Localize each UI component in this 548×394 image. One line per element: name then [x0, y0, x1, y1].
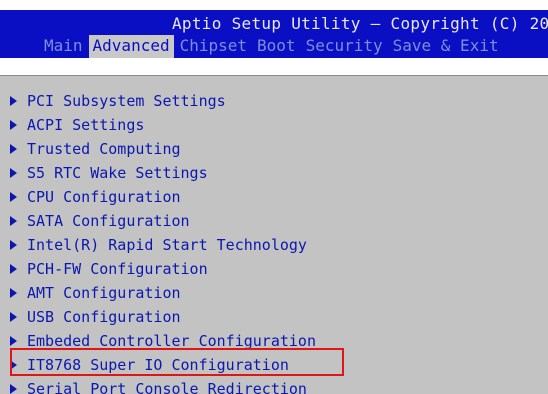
triangle-right-icon [10, 192, 17, 202]
menu-item-usb-configuration[interactable]: USB Configuration [10, 305, 316, 329]
header-bar: Aptio Setup Utility – Copyright (C) 2012… [0, 10, 548, 58]
menu-item-label: PCH-FW Configuration [27, 260, 208, 278]
advanced-menu: PCI Subsystem Settings ACPI Settings Tru… [10, 89, 316, 394]
menu-item-pch-fw-configuration[interactable]: PCH-FW Configuration [10, 257, 316, 281]
menu-item-label: PCI Subsystem Settings [27, 92, 226, 110]
tab-save-exit[interactable]: Save & Exit [389, 35, 503, 58]
menu-item-label: Embeded Controller Configuration [27, 332, 316, 350]
menu-item-label: Intel(R) Rapid Start Technology [27, 236, 307, 254]
menu-item-label: Trusted Computing [27, 140, 181, 158]
menu-item-pci-subsystem-settings[interactable]: PCI Subsystem Settings [10, 89, 316, 113]
menu-item-trusted-computing[interactable]: Trusted Computing [10, 137, 316, 161]
menu-item-sata-configuration[interactable]: SATA Configuration [10, 209, 316, 233]
menu-item-label: USB Configuration [27, 308, 181, 326]
triangle-right-icon [10, 120, 17, 130]
menu-item-label: AMT Configuration [27, 284, 181, 302]
triangle-right-icon [10, 336, 17, 346]
advanced-panel: PCI Subsystem Settings ACPI Settings Tru… [0, 75, 548, 394]
tab-security[interactable]: Security [302, 35, 387, 58]
triangle-right-icon [10, 144, 17, 154]
window-title: Aptio Setup Utility – Copyright (C) 2012 [172, 14, 548, 33]
menu-item-label: SATA Configuration [27, 212, 190, 230]
triangle-right-icon [10, 288, 17, 298]
tab-main[interactable]: Main [40, 35, 87, 58]
triangle-right-icon [10, 168, 17, 178]
menu-item-acpi-settings[interactable]: ACPI Settings [10, 113, 316, 137]
tab-boot[interactable]: Boot [253, 35, 300, 58]
menu-item-label: ACPI Settings [27, 116, 145, 134]
menu-item-label: CPU Configuration [27, 188, 181, 206]
tab-chipset[interactable]: Chipset [176, 35, 251, 58]
triangle-right-icon [10, 384, 17, 394]
menu-item-label: S5 RTC Wake Settings [27, 164, 208, 182]
triangle-right-icon [10, 96, 17, 106]
menu-item-label: IT8768 Super IO Configuration [27, 356, 289, 374]
triangle-right-icon [10, 240, 17, 250]
menu-item-it8768-super-io-configuration[interactable]: IT8768 Super IO Configuration [10, 353, 316, 377]
bios-setup-screen: Aptio Setup Utility – Copyright (C) 2012… [0, 0, 548, 394]
menu-item-amt-configuration[interactable]: AMT Configuration [10, 281, 316, 305]
panel-divider [0, 75, 548, 76]
menu-item-serial-port-console-redirection[interactable]: Serial Port Console Redirection [10, 377, 316, 394]
menu-item-cpu-configuration[interactable]: CPU Configuration [10, 185, 316, 209]
tab-advanced[interactable]: Advanced [88, 35, 174, 58]
triangle-right-icon [10, 216, 17, 226]
menu-item-label: Serial Port Console Redirection [27, 380, 307, 394]
menu-item-embeded-controller-configuration[interactable]: Embeded Controller Configuration [10, 329, 316, 353]
triangle-right-icon [10, 264, 17, 274]
menu-item-rapid-start-technology[interactable]: Intel(R) Rapid Start Technology [10, 233, 316, 257]
triangle-right-icon [10, 312, 17, 322]
tab-bar: Main Advanced Chipset Boot Security Save… [40, 35, 505, 58]
menu-item-s5-rtc-wake-settings[interactable]: S5 RTC Wake Settings [10, 161, 316, 185]
triangle-right-icon [10, 360, 17, 370]
